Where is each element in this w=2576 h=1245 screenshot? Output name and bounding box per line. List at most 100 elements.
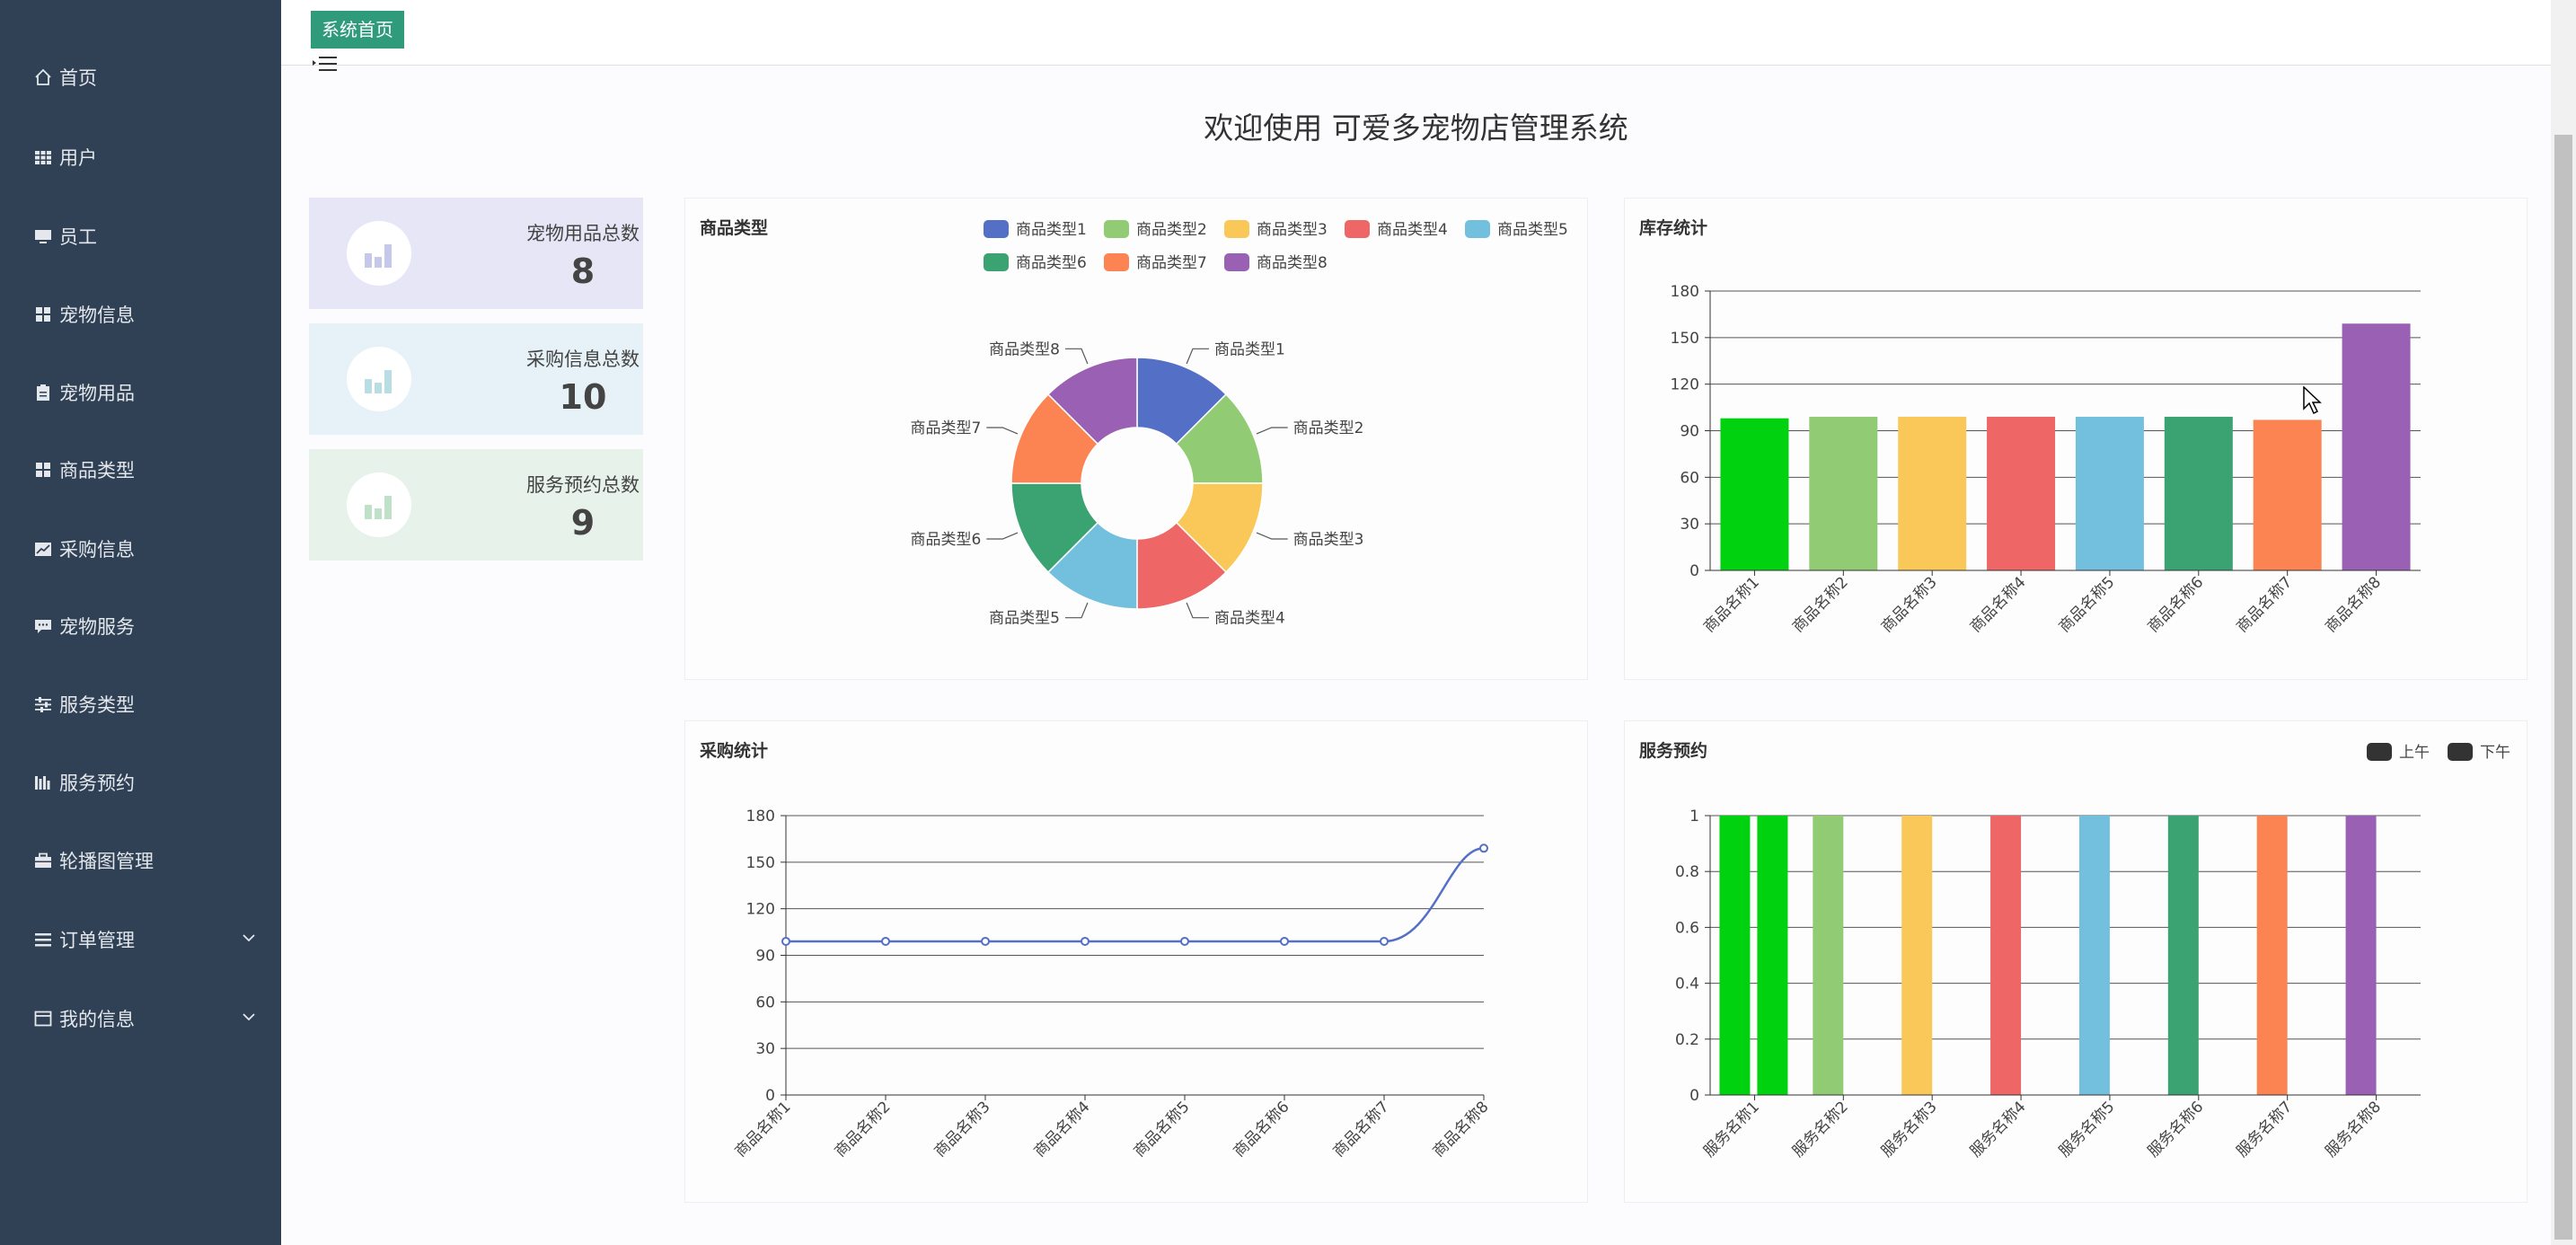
line-point[interactable] [981,936,990,946]
bar[interactable] [2253,419,2322,570]
bar[interactable] [1987,416,2056,570]
legend-label[interactable]: 商品类型7 [1136,254,1207,272]
sidebar-item-label: 服务预约 [59,773,135,794]
legend-swatch[interactable] [1465,220,1490,238]
pie-label: 商品类型2 [1293,419,1364,437]
y-tick-label: 120 [1671,376,1699,394]
stat-value: 10 [559,377,607,417]
legend-swatch[interactable] [1224,220,1249,238]
legend-label[interactable]: 商品类型2 [1136,221,1207,239]
line-point[interactable] [781,936,790,946]
x-tick-label: 服务名称6 [2144,1098,2207,1161]
sidebar-item-9[interactable]: 服务类型 [32,686,257,722]
bar[interactable] [1720,418,1789,570]
sidebar-item-13[interactable]: 我的信息 [32,1001,257,1037]
legend-swatch[interactable] [1104,220,1129,238]
legend-swatch[interactable] [2448,743,2473,761]
bar[interactable] [2078,816,2110,1095]
sidebar-item-12[interactable]: 订单管理 [32,922,257,958]
purchase-chart-panel: 采购统计 0 30 60 90 120 150 180 商品名称1 商品名称2 商品名称3 商品名称… [684,720,1588,1203]
tab-system-home[interactable]: 系统首页 [311,11,404,49]
apps-icon [32,304,54,325]
bar[interactable] [2167,816,2199,1095]
x-tick-label: 服务名称5 [2056,1098,2119,1161]
bars-icon [32,772,54,793]
sidebar-item-11[interactable]: 轮播图管理 [32,843,257,879]
x-tick-label: 商品名称8 [2322,573,2385,636]
legend-label[interactable]: 商品类型3 [1257,221,1328,239]
sidebar-item-6[interactable]: 商品类型 [32,452,257,488]
chevron-down-icon [241,929,257,950]
legend-swatch[interactable] [1345,220,1370,238]
legend-swatch[interactable] [1224,253,1249,271]
sidebar-item-5[interactable]: 宠物用品 [32,375,257,411]
stat-label: 宠物用品总数 [526,223,640,244]
bar[interactable] [1813,816,1844,1095]
y-tick-label: 60 [755,993,775,1011]
monitor-icon [32,225,54,247]
legend-swatch[interactable] [984,220,1009,238]
bar[interactable] [2342,323,2411,570]
sidebar-item-1[interactable]: 首页 [32,59,257,95]
bar[interactable] [1901,816,1933,1095]
stat-label: 采购信息总数 [526,349,640,370]
x-tick-label: 商品名称6 [2144,573,2207,636]
scrollbar-thumb[interactable] [2554,135,2572,1240]
x-tick-label: 商品名称1 [1700,573,1763,636]
legend-label[interactable]: 商品类型8 [1257,254,1328,272]
legend-swatch[interactable] [2367,743,2392,761]
line-point[interactable] [1081,936,1090,946]
legend-label[interactable]: 商品类型4 [1377,221,1448,239]
sidebar-item-8[interactable]: 宠物服务 [32,608,257,644]
stat-card: 宠物用品总数 8 [309,198,643,309]
stock-chart-panel: 库存统计 0 30 60 90 120 150 180 商品名称1 商品名称2 商品名称3 商品名称… [1624,198,2527,680]
pie-label-line [1065,602,1089,619]
sidebar-item-4[interactable]: 宠物信息 [32,296,257,332]
x-tick-label: 服务名称1 [1700,1098,1763,1161]
line-point[interactable] [881,936,890,946]
legend-label[interactable]: 下午 [2480,744,2510,762]
bar[interactable] [2075,416,2144,570]
sidebar-item-7[interactable]: 采购信息 [32,531,257,567]
line-point[interactable] [1180,936,1189,946]
menu-toggle-icon[interactable] [311,52,340,79]
line-point[interactable] [1280,936,1289,946]
y-tick-label: 90 [1680,423,1699,441]
sidebar-item-2[interactable]: 用户 [32,139,257,175]
briefcase-icon [32,850,54,871]
legend-label[interactable]: 上午 [2399,744,2430,762]
line-point[interactable] [1479,843,1488,853]
bar[interactable] [1809,416,1878,570]
sidebar-item-10[interactable]: 服务预约 [32,764,257,800]
x-tick-label: 商品名称5 [2056,573,2119,636]
legend-label[interactable]: 商品类型5 [1497,221,1568,239]
bar[interactable] [2345,816,2377,1095]
sidebar-item-label: 首页 [59,67,97,89]
menu-icon [32,929,54,950]
legend-label[interactable]: 商品类型1 [1016,221,1087,239]
bar[interactable] [1757,816,1788,1095]
pie-label-line [986,427,1019,435]
line-point[interactable] [1380,936,1389,946]
legend-swatch[interactable] [1104,253,1129,271]
bar[interactable] [1898,416,1967,570]
y-tick-label: 120 [746,901,775,919]
sidebar-item-label: 订单管理 [59,930,135,951]
bar[interactable] [1990,816,2022,1095]
legend-swatch[interactable] [984,253,1009,271]
bar[interactable] [2164,416,2233,570]
stat-card: 服务预约总数 9 [309,449,643,561]
scrollbar[interactable] [2551,0,2576,1245]
x-tick-label: 商品名称7 [1330,1098,1393,1161]
sidebar-item-label: 宠物信息 [59,305,135,326]
y-tick-label: 150 [746,854,775,872]
legend-label[interactable]: 商品类型6 [1016,254,1087,272]
y-tick-label: 150 [1671,330,1699,348]
x-tick-label: 商品名称8 [1430,1098,1493,1161]
sidebar-item-label: 轮播图管理 [59,851,154,872]
bar[interactable] [2256,816,2288,1095]
sidebar-item-label: 商品类型 [59,460,135,481]
bar[interactable] [1719,816,1751,1095]
service-bar-chart: 0 0.2 0.4 0.6 0.8 1 上午 下午服务名称1 服务名称2 服务名称3 服务名称4 服务… [1675,743,2510,1161]
sidebar-item-3[interactable]: 员工 [32,218,257,254]
